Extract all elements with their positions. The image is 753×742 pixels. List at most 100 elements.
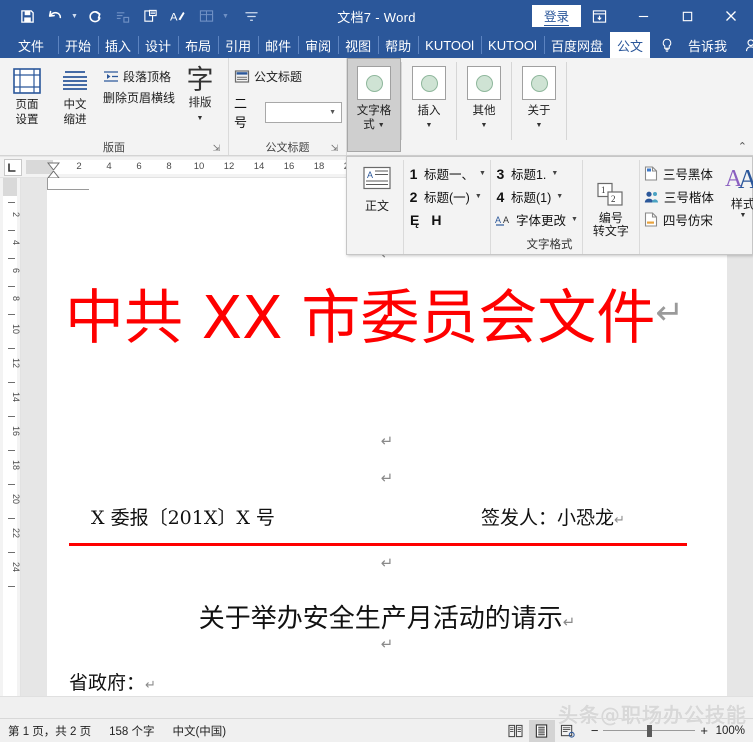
maximize-button[interactable] (665, 0, 709, 32)
text-format-gallery-chevron-down-icon[interactable]: ▼ (378, 119, 385, 132)
tell-me-box[interactable]: 告诉我 (684, 32, 737, 58)
about-gallery-chevron-down-icon[interactable]: ▼ (536, 119, 543, 132)
font-change-chevron-down-icon[interactable]: ▼ (571, 216, 578, 223)
gongwen-title-label: 公文标题 (254, 70, 303, 84)
tab-view[interactable]: 视图 (338, 32, 378, 58)
gongwen-title-combo[interactable]: ▼ (264, 101, 342, 123)
heading-3-number: 3 (496, 165, 505, 182)
tab-baidu-netdisk[interactable]: 百度网盘 (543, 32, 610, 58)
doc-orange-icon (644, 212, 658, 227)
tab-gongwen[interactable]: 公文 (609, 32, 650, 58)
print-layout-button[interactable] (528, 719, 555, 742)
vruler-num-2: 2 (11, 212, 21, 218)
page-setup-button[interactable]: 页面 设置 (4, 63, 50, 127)
tab-help[interactable]: 帮助 (378, 32, 418, 58)
gongwen-size-label: 二号 (234, 96, 248, 130)
size4-fangsong-label: 四号仿宋 (662, 214, 713, 228)
read-mode-button[interactable] (503, 720, 529, 742)
chinese-indent-label-2: 缩进 (63, 114, 87, 126)
body-text-button[interactable]: A 正文 (355, 162, 399, 214)
insert-gallery-button[interactable]: 插入 ▼ (402, 58, 456, 152)
heading-1-label: 标题一、 (424, 168, 475, 182)
styles-button[interactable]: AA 样式 ▼ (722, 162, 753, 219)
close-button[interactable] (709, 0, 753, 32)
typeset-dropdown-icon[interactable]: ▼ (197, 112, 204, 125)
ribbon-group-banmian-title-text: 版面 (103, 142, 125, 154)
tab-stop-selector[interactable] (0, 157, 26, 177)
share-button[interactable]: 共享 (737, 32, 753, 58)
paragraph-top-align-button[interactable]: 段落顶格 (100, 66, 178, 87)
tab-review[interactable]: 审阅 (298, 32, 338, 58)
heading-4-button[interactable]: 4 标题(1) ▼ (495, 185, 578, 208)
size4-fangsong-button[interactable]: 四号仿宋 (644, 208, 714, 231)
svg-text:A: A (367, 170, 373, 180)
window-controls (577, 0, 753, 32)
tab-layout[interactable]: 布局 (178, 32, 218, 58)
gongwen-title-combo-chevron-down-icon[interactable]: ▼ (329, 109, 336, 116)
page-setup-icon (11, 67, 43, 97)
format-h-button[interactable]: H (431, 212, 441, 228)
banmian-dialog-launcher[interactable]: ⇲ (211, 143, 222, 154)
number-to-text-icon: 12 (596, 182, 626, 210)
tab-file[interactable]: 文件 (0, 32, 58, 58)
heading-2-chevron-down-icon[interactable]: ▼ (475, 193, 482, 200)
heading-3-chevron-down-icon[interactable]: ▼ (551, 170, 558, 177)
word-count[interactable]: 158 个字 (109, 723, 154, 739)
sign-in-button[interactable]: 登录 (531, 5, 581, 27)
ribbon-group-gongwen-title-text: 公文标题 (265, 142, 310, 154)
document-canvas[interactable]: ↵ 中共 XX 市委员会文件↵ ↵ ↵ X 委报〔201X〕X 号 签发人：小恐… (21, 178, 753, 696)
tab-mailings[interactable]: 邮件 (258, 32, 298, 58)
ruler-num-4: 4 (106, 161, 112, 172)
tab-insert[interactable]: 插入 (98, 32, 138, 58)
tab-layout-label: 布局 (185, 38, 212, 54)
tab-home[interactable]: 开始 (58, 32, 98, 58)
text-format-gallery-button[interactable]: 文字格 式 ▼ (347, 58, 401, 152)
lightbulb-icon[interactable] (650, 32, 684, 58)
tab-references[interactable]: 引用 (218, 32, 258, 58)
heading-1-button[interactable]: 1 标题一、 ▼ (408, 162, 486, 185)
heading-3-button[interactable]: 3 标题1. ▼ (495, 162, 578, 185)
tab-kutool-1[interactable]: KUTOOl (418, 32, 481, 58)
heading-2-button[interactable]: 2 标题(一) ▼ (408, 185, 486, 208)
tab-design-label: 设计 (145, 38, 172, 54)
paragraph-mark: ↵ (614, 513, 625, 528)
about-gallery-button[interactable]: 关于 ▼ (512, 58, 566, 152)
page-info[interactable]: 第 1 页，共 2 页 (8, 723, 91, 739)
size3-kaiti-button[interactable]: 三号楷体 (644, 185, 714, 208)
paragraph-mark: ↵ (380, 469, 394, 487)
other-gallery-button[interactable]: 其他 ▼ (457, 58, 511, 152)
text-format-dropdown-panel[interactable]: A 正文 1 标题一、 ▼ 2 标题(一) ▼ Ę H 3 标题1. ▼ 4 标… (346, 156, 753, 255)
insert-gallery-chevron-down-icon[interactable]: ▼ (426, 119, 433, 132)
gongwen-title-button[interactable]: 公文标题 (233, 66, 305, 87)
gongwen-dialog-launcher[interactable]: ⇲ (329, 143, 340, 154)
vertical-ruler[interactable]: 2 4 6 8 10 12 14 16 18 20 22 24 (0, 178, 21, 696)
tab-design[interactable]: 设计 (138, 32, 178, 58)
chinese-indent-button[interactable]: 中文 缩进 (52, 63, 98, 127)
ruler-num-2: 2 (76, 161, 82, 172)
delete-header-line-button[interactable]: 删除页眉横线 (100, 87, 178, 108)
ribbon-display-options-button[interactable] (577, 0, 621, 32)
vruler-num-20: 20 (11, 494, 21, 505)
format-e-button[interactable]: Ę (410, 212, 419, 228)
text-format-gallery-icon (357, 66, 391, 100)
typeset-button[interactable]: 字 排版 ▼ (180, 63, 220, 125)
vruler-num-18: 18 (11, 460, 21, 471)
document-page[interactable]: ↵ 中共 XX 市委员会文件↵ ↵ ↵ X 委报〔201X〕X 号 签发人：小恐… (47, 178, 727, 696)
heading-4-chevron-down-icon[interactable]: ▼ (556, 193, 563, 200)
other-gallery-label: 其他 (472, 105, 496, 117)
number-to-text-button[interactable]: 12 编号 转文字 (587, 178, 635, 238)
other-gallery-chevron-down-icon[interactable]: ▼ (481, 119, 488, 132)
ruler-num-16: 16 (283, 161, 295, 172)
collapse-ribbon-chevron-up-icon[interactable]: ⌃ (738, 140, 747, 153)
font-change-button[interactable]: AA 字体更改 ▼ (495, 208, 578, 231)
tab-kutool-2[interactable]: KUTOOl (481, 32, 544, 58)
styles-chevron-down-icon[interactable]: ▼ (739, 212, 746, 219)
language-indicator[interactable]: 中文(中国) (172, 723, 226, 739)
ruler-num-8: 8 (166, 161, 172, 172)
minimize-button[interactable] (621, 0, 665, 32)
heading-1-chevron-down-icon[interactable]: ▼ (479, 170, 486, 177)
size3-heiti-button[interactable]: 三号黑体 (644, 162, 714, 185)
typeset-label: 排版 (188, 97, 212, 109)
red-separator-line (69, 543, 687, 546)
ribbon-group-banmian: 页面 设置 中文 缩进 段落顶格 删除页眉横线 字 排版 ▼ 版面 ⇲ (0, 58, 228, 155)
